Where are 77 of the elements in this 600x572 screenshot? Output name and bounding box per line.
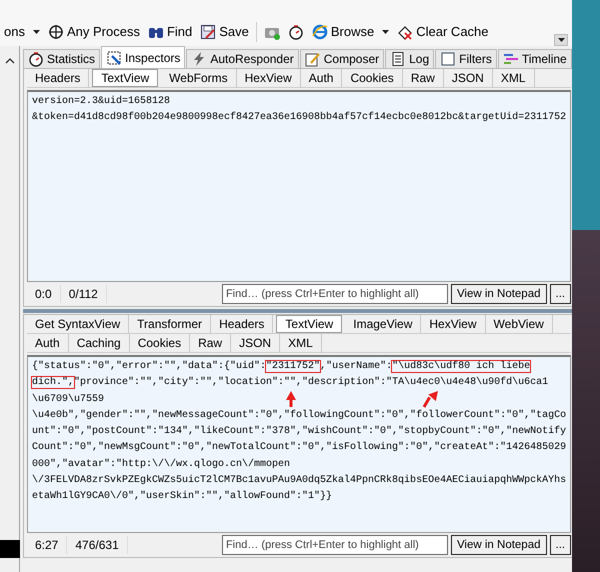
save-icon	[200, 24, 216, 40]
stopwatch-icon	[28, 51, 44, 67]
cursor-position: 6:27	[27, 536, 68, 554]
selection-count: 476/631	[67, 536, 128, 554]
view-tab[interactable]: WebForms	[161, 69, 237, 87]
view-tab[interactable]: Transformer	[129, 315, 212, 333]
body-text: unt":"0","postCount":"134","likeCount":"378","wishCount":"0","stopbyCount":"0","newNotify	[32, 426, 566, 438]
inspector-tab[interactable]: Timeline	[498, 49, 572, 68]
find-field[interactable]: Find… (press Ctrl+Enter to highlight all)	[222, 284, 448, 304]
body-text: {"status":"0","error":"","data":{"uid":	[32, 361, 266, 372]
timeline-bars-icon	[502, 51, 519, 67]
highlighted-text: "\ud83c\udf80 ich liebe	[392, 361, 530, 372]
view-tab[interactable]: Caching	[68, 334, 130, 352]
crosshair-icon	[48, 24, 64, 40]
view-tab[interactable]: Cookies	[342, 69, 403, 87]
view-tab[interactable]: Raw	[190, 334, 232, 352]
selection-count: 0/112	[60, 285, 107, 303]
browser-icon	[312, 24, 328, 40]
body-text: etaWh1lGY9CA0\/0","userSkin":"","allowFound":"1"}}	[32, 491, 332, 502]
toolbar-button[interactable]: Clear Cache	[393, 22, 493, 42]
inspect-icon	[106, 50, 122, 66]
inspector-tab[interactable]: Log	[385, 49, 434, 68]
body-text: \/3FELVDA8zrSvkPZEgkCWZs5uicT2lCM7Bc1avuPAu9A0dq5Zkal4PpnCRk8qibsEOe4AECiauiapqhWWpckAYhs	[32, 475, 566, 486]
view-in-notepad-button[interactable]: View in Notepad	[450, 284, 546, 304]
find-field[interactable]: Find… (press Ctrl+Enter to highlight all)	[222, 535, 448, 555]
toolbar-button[interactable]: Find	[144, 22, 196, 42]
view-tab[interactable]: TextView	[276, 315, 342, 333]
checkbox-icon	[440, 51, 456, 67]
view-tab[interactable]: ImageView	[345, 315, 422, 333]
cursor-position: 0:0	[27, 285, 61, 303]
toolbar-button[interactable]: Any Process	[44, 22, 144, 42]
collapse-icon[interactable]	[4, 58, 14, 64]
view-tab[interactable]: Headers	[27, 69, 90, 87]
view-tab[interactable]: Headers	[211, 315, 274, 333]
body-text: ,"userName":	[320, 361, 392, 372]
body-text: \u4e0b","gender":"","newMessageCount":"0","followingCount":"0","followerCount":"0","tagCo	[32, 410, 566, 421]
caret-icon[interactable]	[382, 30, 390, 34]
caret-icon	[558, 38, 564, 42]
body-text: \u6709\u7559	[32, 394, 104, 405]
view-tab[interactable]: Raw	[402, 69, 444, 87]
more-button[interactable]: ...	[550, 535, 572, 555]
page-icon	[390, 51, 406, 67]
inspector-tab[interactable]: Composer	[300, 49, 384, 68]
inspector-tab[interactable]: AutoResponder	[186, 49, 299, 68]
view-tab[interactable]: Get SyntaxView	[27, 315, 130, 333]
view-tab[interactable]: JSON	[231, 334, 280, 352]
toolbar-button[interactable]: Browse	[308, 22, 378, 42]
highlighted-text: dich.",	[32, 377, 74, 388]
view-tab[interactable]: XML	[492, 69, 535, 87]
view-tab[interactable]: XML	[280, 334, 322, 352]
view-tab[interactable]: HexView	[236, 69, 301, 87]
highlighted-text: "2311752"	[266, 361, 320, 372]
pane-block	[0, 540, 20, 558]
scroll-down-button[interactable]	[554, 34, 568, 46]
eraser-icon	[397, 24, 414, 40]
body-text: &token=d41d8cd98f00b204e9800998ecf8427ea36e16908bb4af57cf14ecbc0e8012bc&targetUid=2311752	[32, 112, 566, 124]
view-tab[interactable]: Auth	[27, 334, 69, 352]
body-text: version=2.3&uid=1658128	[32, 96, 170, 107]
view-in-notepad-button[interactable]: View in Notepad	[450, 535, 546, 555]
view-tab[interactable]: Cookies	[130, 334, 190, 352]
body-text: "province":"","city":"","location":"","description":"TA\u4ec0\u4e48\u90fd\u6ca1	[74, 377, 548, 388]
inspector-tab[interactable]: Statistics	[23, 49, 100, 68]
toolbar-button[interactable]: ons	[0, 22, 29, 42]
caret-icon[interactable]	[32, 30, 40, 34]
pencil-icon	[304, 51, 321, 67]
toolbar-button[interactable]: Save	[196, 22, 253, 42]
body-text: Count":"0","newMsgCount":"0","newTotalCount":"0","isFollowing":"0","createAt":"1426485029	[32, 442, 566, 454]
inspector-tab[interactable]: Inspectors	[101, 46, 186, 68]
view-tab[interactable]: JSON	[444, 69, 493, 87]
view-tab[interactable]: HexView	[421, 315, 486, 333]
more-button[interactable]: ...	[550, 284, 572, 304]
body-text: 000","avatar":"http:\/\/wx.qlogo.cn\/mmopen	[32, 458, 290, 470]
inspector-tab[interactable]: Filters	[435, 49, 497, 68]
view-tab[interactable]: Auth	[300, 69, 342, 87]
view-tab[interactable]: TextView	[92, 69, 158, 87]
stopwatch-icon	[288, 24, 304, 40]
view-tab[interactable]: WebView	[486, 315, 553, 333]
